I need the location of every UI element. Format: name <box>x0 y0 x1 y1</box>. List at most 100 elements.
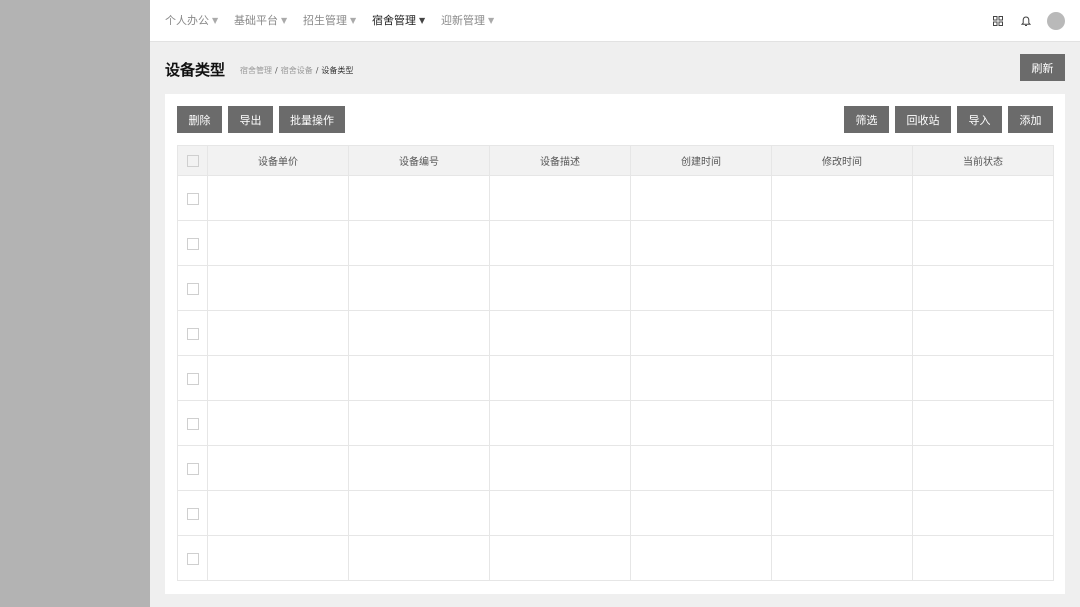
table-row[interactable] <box>177 265 1054 311</box>
refresh-button[interactable]: 刷新 <box>1020 54 1065 81</box>
table-cell <box>348 220 490 266</box>
table-cell <box>489 175 631 221</box>
top-nav: 个人办公 ▼ 基础平台 ▼ 招生管理 ▼ 宿舍管理 ▼ 迎新管理 ▼ <box>150 0 1080 42</box>
table-cell <box>348 310 490 356</box>
row-checkbox[interactable] <box>186 328 199 340</box>
column-header[interactable]: 设备描述 <box>489 145 631 176</box>
table-cell <box>912 535 1054 581</box>
table-body <box>177 175 1054 581</box>
breadcrumb-item[interactable]: 宿舍管理 <box>240 66 272 75</box>
table-cell <box>912 265 1054 311</box>
table-cell <box>771 310 913 356</box>
table-cell <box>771 265 913 311</box>
row-checkbox[interactable] <box>186 508 199 520</box>
table-cell <box>630 400 772 446</box>
row-select-cell <box>177 490 208 536</box>
recycle-bin-button[interactable]: 回收站 <box>895 106 951 133</box>
chevron-down-icon: ▼ <box>419 16 426 25</box>
add-button[interactable]: 添加 <box>1008 106 1053 133</box>
filter-button[interactable]: 筛选 <box>844 106 889 133</box>
table-cell <box>489 220 631 266</box>
table-cell <box>348 490 490 536</box>
export-button[interactable]: 导出 <box>228 106 273 133</box>
breadcrumb-item[interactable]: 宿舍设备 <box>281 66 313 75</box>
row-select-cell <box>177 310 208 356</box>
table-cell <box>912 490 1054 536</box>
avatar[interactable] <box>1047 12 1065 30</box>
table-cell <box>489 445 631 491</box>
row-checkbox[interactable] <box>186 418 199 430</box>
table-cell <box>771 490 913 536</box>
table-cell <box>207 400 349 446</box>
row-select-cell <box>177 220 208 266</box>
bell-icon[interactable] <box>1017 12 1035 30</box>
table-row[interactable] <box>177 490 1054 536</box>
row-checkbox[interactable] <box>186 238 199 250</box>
table-row[interactable] <box>177 175 1054 221</box>
nav-item-label: 迎新管理 <box>441 14 485 27</box>
table-cell <box>489 355 631 401</box>
row-select-cell <box>177 445 208 491</box>
nav-item-label: 宿舍管理 <box>372 14 416 27</box>
table-cell <box>771 175 913 221</box>
column-header[interactable]: 当前状态 <box>912 145 1054 176</box>
table-row[interactable] <box>177 445 1054 491</box>
row-select-cell <box>177 175 208 221</box>
import-button[interactable]: 导入 <box>957 106 1002 133</box>
table-cell <box>207 265 349 311</box>
table-cell <box>912 310 1054 356</box>
chevron-down-icon: ▼ <box>350 16 357 25</box>
nav-item-label: 基础平台 <box>234 14 278 27</box>
table-cell <box>489 310 631 356</box>
nav-item-personal-office[interactable]: 个人办公 ▼ <box>165 14 218 29</box>
column-header[interactable]: 创建时间 <box>630 145 772 176</box>
table-cell <box>912 220 1054 266</box>
nav-item-admissions[interactable]: 招生管理 ▼ <box>303 14 356 29</box>
grid-icon[interactable] <box>989 12 1007 30</box>
table-row[interactable] <box>177 535 1054 581</box>
table-cell <box>771 220 913 266</box>
table-row[interactable] <box>177 220 1054 266</box>
table-cell <box>207 535 349 581</box>
table-cell <box>348 445 490 491</box>
table-cell <box>348 355 490 401</box>
table-cell <box>771 535 913 581</box>
table-cell <box>489 490 631 536</box>
nav-item-label: 招生管理 <box>303 14 347 27</box>
row-checkbox[interactable] <box>186 463 199 475</box>
column-header[interactable]: 修改时间 <box>771 145 913 176</box>
row-checkbox[interactable] <box>186 553 199 565</box>
row-select-cell <box>177 265 208 311</box>
table-cell <box>489 265 631 311</box>
row-checkbox[interactable] <box>186 373 199 385</box>
delete-button[interactable]: 删除 <box>177 106 222 133</box>
table-cell <box>207 355 349 401</box>
main-area: 个人办公 ▼ 基础平台 ▼ 招生管理 ▼ 宿舍管理 ▼ 迎新管理 ▼ 设备类型 宿舍管理 /… <box>150 0 1080 607</box>
table-row[interactable] <box>177 400 1054 446</box>
select-all-checkbox[interactable] <box>186 154 199 167</box>
table-cell <box>207 175 349 221</box>
table-cell <box>771 400 913 446</box>
nav-item-dormitory[interactable]: 宿舍管理 ▼ <box>372 14 425 29</box>
chevron-down-icon: ▼ <box>212 16 219 25</box>
table-cell <box>630 310 772 356</box>
table-cell <box>630 265 772 311</box>
table-cell <box>207 310 349 356</box>
row-checkbox[interactable] <box>186 193 199 205</box>
table-cell <box>207 490 349 536</box>
table-row[interactable] <box>177 310 1054 356</box>
table-cell <box>348 175 490 221</box>
table-header-row: 设备单价 设备编号 设备描述 创建时间 修改时间 当前状态 <box>177 145 1054 176</box>
table-cell <box>489 535 631 581</box>
table-cell <box>912 400 1054 446</box>
row-checkbox[interactable] <box>186 283 199 295</box>
nav-item-orientation[interactable]: 迎新管理 ▼ <box>441 14 494 29</box>
column-header[interactable]: 设备编号 <box>348 145 490 176</box>
data-table: 设备单价 设备编号 设备描述 创建时间 修改时间 当前状态 <box>177 145 1054 581</box>
batch-operation-button[interactable]: 批量操作 <box>279 106 345 133</box>
nav-item-base-platform[interactable]: 基础平台 ▼ <box>234 14 287 29</box>
table-cell <box>912 445 1054 491</box>
table-row[interactable] <box>177 355 1054 401</box>
column-header[interactable]: 设备单价 <box>207 145 349 176</box>
table-cell <box>630 445 772 491</box>
